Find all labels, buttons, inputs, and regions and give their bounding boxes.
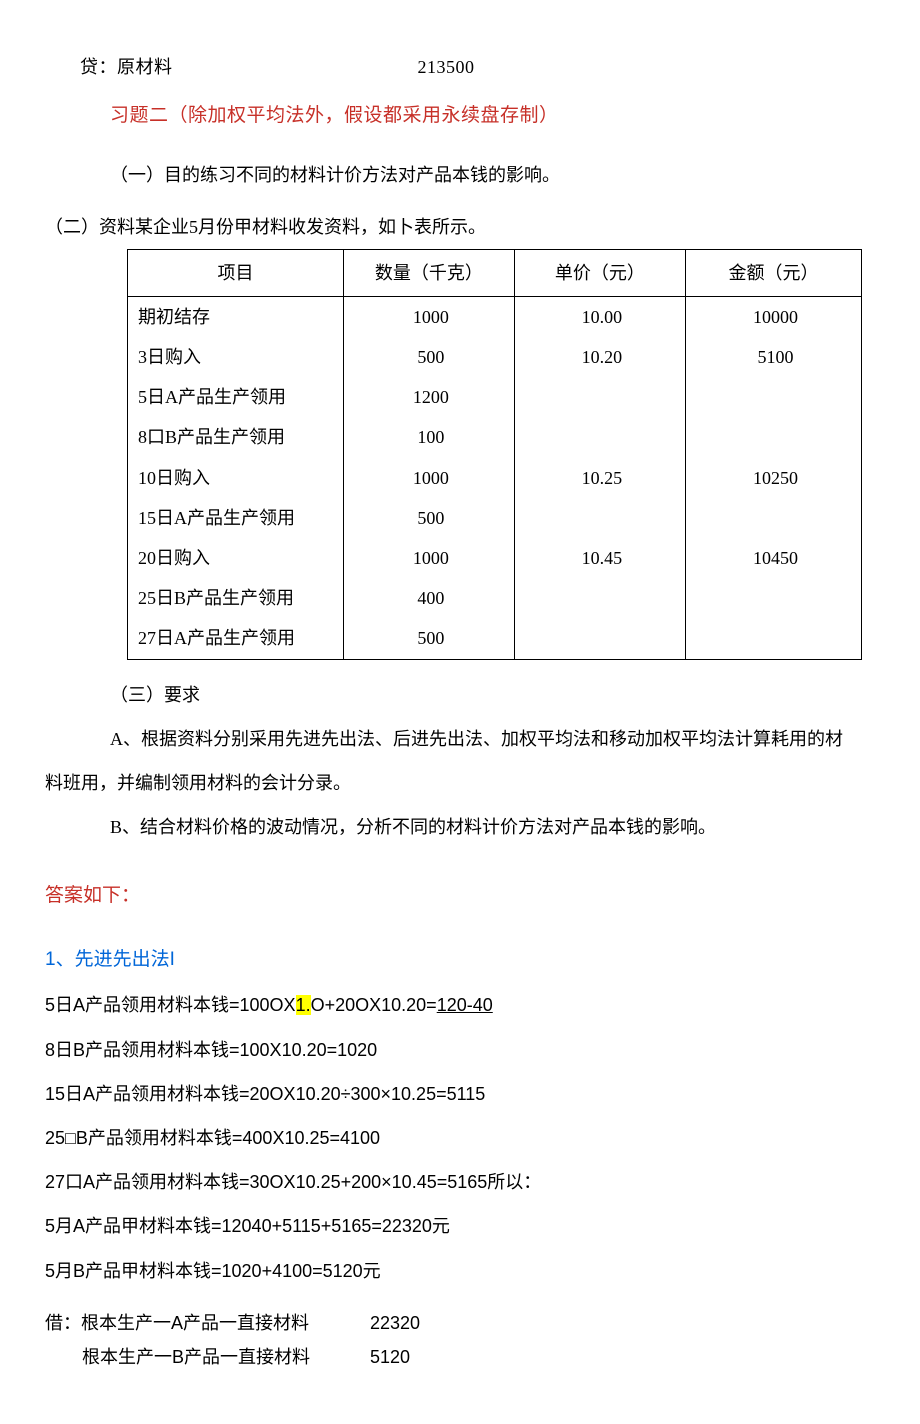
requirement-a-line1: A、根据资料分别采用先进先出法、后进先出法、加权平均法和移动加权平均法计算耗用的… (45, 722, 875, 756)
highlighted-text: 1. (296, 995, 311, 1015)
answer-title: 答案如下： (45, 878, 875, 914)
table-row: 5日A产品生产领用 1200 (128, 377, 862, 417)
debit-line-1: 借：根本生产一A产品一直接材料 (45, 1306, 365, 1340)
table-row: 20日购入 1000 10.45 10450 (128, 538, 862, 578)
table-row: 期初结存 1000 10.00 10000 (128, 296, 862, 337)
calc-line-3: 15日A产品领用材料本钱=20OX10.20÷300×10.25=5115 (45, 1077, 875, 1111)
table-row: 27日A产品生产领用 500 (128, 618, 862, 659)
debit-line-2: 根本生产一B产品一直接材料 (45, 1340, 365, 1374)
th-qty: 数量（千克） (344, 249, 515, 296)
debit-amount-1: 22320 (370, 1306, 420, 1340)
table-row: 10日购入 1000 10.25 10250 (128, 458, 862, 498)
calc-line-2: 8日B产品领用材料本钱=100X10.20=1020 (45, 1033, 875, 1067)
th-price: 单价（元） (514, 249, 685, 296)
exercise-title: 习题二（除加权平均法外，假设都采用永续盘存制） (45, 98, 875, 134)
th-item: 项目 (128, 249, 344, 296)
table-row: 25日B产品生产领用 400 (128, 578, 862, 618)
method-1-title: 1、先进先出法I (45, 942, 875, 978)
calc-line-6: 5月A产品甲材料本钱=12040+5115+5165=22320元 (45, 1209, 875, 1243)
calc-line-5: 27口A产品领用材料本钱=30OX10.25+200×10.45=5165所以： (45, 1165, 875, 1199)
th-amount: 金额（元） (686, 249, 862, 296)
underlined-result: 120-40 (437, 995, 493, 1015)
loan-label: 贷：原材料 (80, 57, 173, 77)
requirement-b: B、结合材料价格的波动情况，分析不同的材料计价方法对产品本钱的影响。 (45, 810, 875, 844)
calc-line-4: 25□B产品领用材料本钱=400X10.25=4100 (45, 1121, 875, 1155)
calc-line-7: 5月B产品甲材料本钱=1020+4100=5120元 (45, 1254, 875, 1288)
loan-amount: 213500 (418, 57, 475, 77)
data-intro: （二）资料某企业5月份甲材料收发资料，如卜表所示。 (45, 210, 875, 244)
table-row: 8口B产品生产领用 100 (128, 417, 862, 457)
requirement-label: （三）要求 (45, 678, 875, 712)
table-row: 15日A产品生产领用 500 (128, 498, 862, 538)
material-table: 项目 数量（千克） 单价（元） 金额（元） 期初结存 1000 10.00 10… (127, 249, 862, 660)
journal-entry: 借：根本生产一A产品一直接材料 22320 根本生产一B产品一直接材料 5120 (45, 1306, 875, 1374)
calc-line-1: 5日A产品领用材料本钱=100OX1.O+20OX10.20=120-40 (45, 988, 875, 1022)
header-loan-line: 贷：原材料 213500 (45, 50, 875, 84)
requirement-a-line2: 料班用，并编制领用材料的会计分录。 (45, 766, 875, 800)
purpose-line: （一）目的练习不同的材料计价方法对产品本钱的影响。 (45, 158, 875, 192)
table-row: 3日购入 500 10.20 5100 (128, 337, 862, 377)
debit-amount-2: 5120 (370, 1340, 410, 1374)
